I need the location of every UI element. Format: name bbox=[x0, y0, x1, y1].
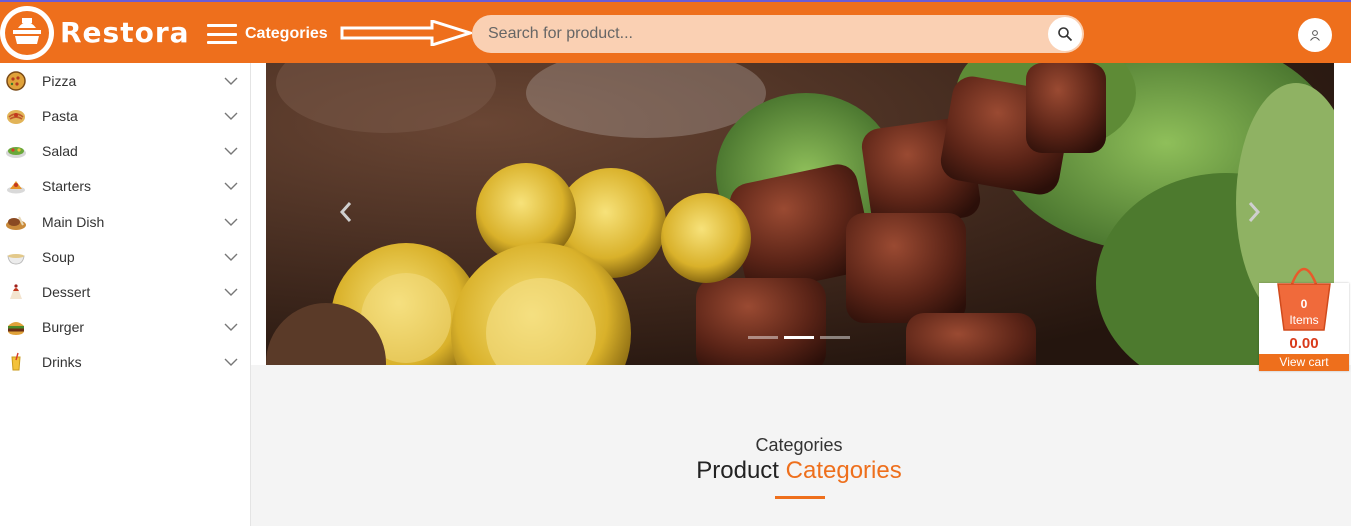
search-bar bbox=[472, 15, 1084, 53]
hero-carousel bbox=[266, 63, 1334, 365]
search-button[interactable] bbox=[1048, 17, 1082, 51]
section-title-accent: Categories bbox=[785, 457, 902, 484]
categories-section: Categories Product Categories bbox=[251, 365, 1351, 526]
carousel-indicator-3[interactable] bbox=[820, 336, 850, 339]
salad-icon bbox=[6, 146, 26, 158]
sidebar-item-label: Dessert bbox=[42, 283, 91, 300]
chevron-left-icon bbox=[339, 202, 352, 222]
carousel-prev-button[interactable] bbox=[334, 197, 358, 227]
main-dish-icon bbox=[6, 216, 26, 230]
cart-total: 0.00 bbox=[1289, 335, 1319, 352]
chevron-right-icon bbox=[1248, 202, 1261, 222]
soup-icon bbox=[7, 253, 25, 265]
category-sidebar: Pizza Pasta Salad Starters Main Dish Soup Dess… bbox=[0, 63, 251, 526]
sidebar-item-label: Pizza bbox=[42, 72, 77, 89]
sidebar-item-burger[interactable]: Burger bbox=[0, 309, 250, 344]
hero-food-image bbox=[266, 63, 1334, 365]
view-cart-button[interactable]: View cart bbox=[1259, 354, 1349, 371]
chevron-down-icon[interactable] bbox=[224, 320, 238, 334]
section-underline bbox=[775, 496, 825, 499]
sidebar-item-label: Pasta bbox=[42, 107, 78, 124]
user-icon bbox=[1310, 30, 1320, 41]
sidebar-item-salad[interactable]: Salad bbox=[0, 133, 250, 168]
chevron-down-icon[interactable] bbox=[224, 250, 238, 264]
section-kicker: Categories bbox=[755, 435, 843, 455]
cart-items-label: Items bbox=[1289, 313, 1319, 327]
carousel-indicators bbox=[748, 336, 850, 339]
chevron-down-icon[interactable] bbox=[224, 215, 238, 229]
sidebar-item-label: Salad bbox=[42, 142, 78, 159]
restora-logo-icon[interactable] bbox=[0, 6, 54, 60]
categories-menu-label: Categories bbox=[245, 25, 328, 42]
search-icon bbox=[1058, 27, 1073, 42]
carousel-next-button[interactable] bbox=[1242, 197, 1266, 227]
sidebar-item-drinks[interactable]: Drinks bbox=[0, 344, 250, 379]
sidebar-item-label: Burger bbox=[42, 318, 85, 335]
drinks-icon bbox=[11, 352, 21, 370]
chevron-down-icon[interactable] bbox=[224, 109, 238, 123]
sidebar-item-label: Starters bbox=[42, 177, 92, 194]
dessert-icon bbox=[10, 283, 22, 299]
categories-menu-toggle[interactable]: Categories bbox=[207, 21, 328, 47]
sidebar-item-dessert[interactable]: Dessert bbox=[0, 274, 250, 309]
search-input[interactable] bbox=[472, 15, 1032, 53]
hamburger-icon bbox=[207, 24, 237, 44]
carousel-indicator-2[interactable] bbox=[784, 336, 814, 339]
section-title: Product Categories bbox=[251, 457, 1347, 485]
chevron-down-icon[interactable] bbox=[224, 74, 238, 88]
arrow-right-icon bbox=[340, 20, 472, 46]
chevron-down-icon[interactable] bbox=[224, 179, 238, 193]
pasta-icon bbox=[7, 109, 25, 124]
burger-icon bbox=[8, 321, 24, 335]
chevron-down-icon[interactable] bbox=[224, 285, 238, 299]
floating-cart[interactable]: 0 Items 0.00 View cart bbox=[1259, 267, 1349, 371]
starters-icon bbox=[7, 180, 25, 193]
sidebar-item-pizza[interactable]: Pizza bbox=[0, 63, 250, 98]
chevron-down-icon[interactable] bbox=[224, 144, 238, 158]
sidebar-item-pasta[interactable]: Pasta bbox=[0, 98, 250, 133]
section-title-plain: Product bbox=[696, 457, 779, 484]
sidebar-item-label: Soup bbox=[42, 248, 75, 265]
sidebar-item-main-dish[interactable]: Main Dish bbox=[0, 204, 250, 239]
carousel-indicator-1[interactable] bbox=[748, 336, 778, 339]
cart-count: 0 bbox=[1300, 297, 1308, 311]
brand-name[interactable]: Restora bbox=[60, 16, 190, 49]
sidebar-item-soup[interactable]: Soup bbox=[0, 239, 250, 274]
sidebar-item-label: Drinks bbox=[42, 353, 82, 370]
sidebar-item-label: Main Dish bbox=[42, 213, 105, 230]
sidebar-item-starters[interactable]: Starters bbox=[0, 168, 250, 203]
chevron-down-icon[interactable] bbox=[224, 355, 238, 369]
user-account-button[interactable] bbox=[1298, 18, 1332, 52]
pizza-icon bbox=[6, 70, 26, 91]
top-header: Restora Categories bbox=[0, 0, 1351, 63]
